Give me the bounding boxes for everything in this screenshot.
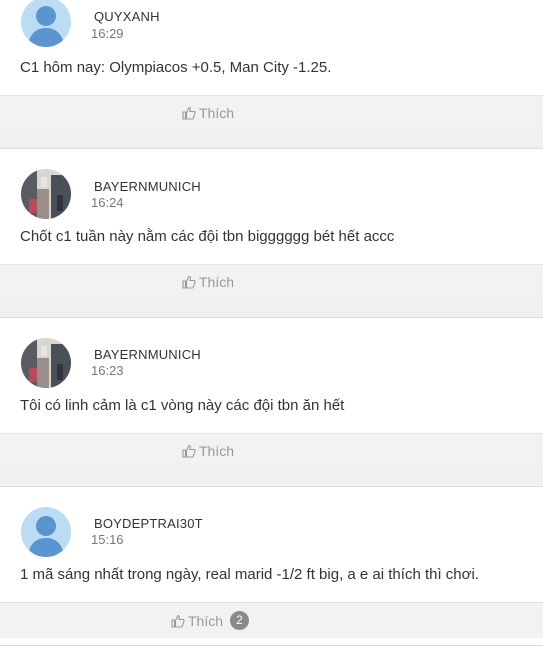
post-action-bar: Thích 2 [0, 602, 543, 638]
post-time: 16:29 [91, 26, 124, 41]
like-button[interactable]: Thích 2 [171, 611, 250, 630]
like-label: Thích [199, 443, 235, 459]
user-silhouette-icon [28, 6, 64, 47]
post-action-bar: Thích [0, 264, 543, 300]
post-1: QUYXANH 16:29 C1 hôm nay: Olympiacos +0.… [0, 0, 543, 131]
post-content: Chốt c1 tuần này nằm các đội tbn biggggg… [20, 228, 395, 245]
like-label: Thích [188, 612, 224, 629]
like-label: Thích [199, 274, 235, 290]
post-time: 16:23 [91, 363, 124, 378]
post-username[interactable]: BAYERNMUNICH [94, 179, 201, 194]
user-photo-icon [21, 169, 71, 219]
post-content: 1 mã sáng nhất trong ngày, real marid -1… [20, 566, 479, 583]
post-2: BAYERNMUNICH 16:24 Chốt c1 tuần này nằm … [0, 148, 543, 300]
like-count-badge: 2 [230, 611, 250, 630]
user-avatar[interactable] [21, 169, 71, 219]
post-action-bar: Thích [0, 95, 543, 131]
post-time: 15:16 [91, 532, 124, 547]
user-silhouette-icon [28, 516, 64, 557]
thumbs-up-icon [171, 614, 185, 628]
thumbs-up-icon [182, 106, 196, 120]
post-time: 16:24 [91, 195, 124, 210]
thumbs-up-icon [182, 275, 196, 289]
post-action-bar: Thích [0, 433, 543, 469]
like-label: Thích [199, 105, 235, 121]
thumbs-up-icon [182, 444, 196, 458]
like-button[interactable]: Thích [182, 443, 234, 459]
user-avatar[interactable] [21, 0, 71, 47]
user-avatar[interactable] [21, 338, 71, 388]
user-avatar[interactable] [21, 507, 71, 557]
user-photo-icon [21, 338, 71, 388]
like-button[interactable]: Thích [182, 105, 234, 121]
post-username[interactable]: QUYXANH [94, 9, 160, 24]
post-username[interactable]: BAYERNMUNICH [94, 347, 201, 362]
post-4: BOYDEPTRAI30T 15:16 1 mã sáng nhất trong… [0, 486, 543, 646]
post-username[interactable]: BOYDEPTRAI30T [94, 516, 203, 531]
like-button[interactable]: Thích [182, 274, 234, 290]
post-content: Tôi có linh cảm là c1 vòng này các đội t… [20, 397, 345, 414]
post-content: C1 hôm nay: Olympiacos +0.5, Man City -1… [20, 59, 332, 76]
post-3: BAYERNMUNICH 16:23 Tôi có linh cảm là c1… [0, 317, 543, 469]
